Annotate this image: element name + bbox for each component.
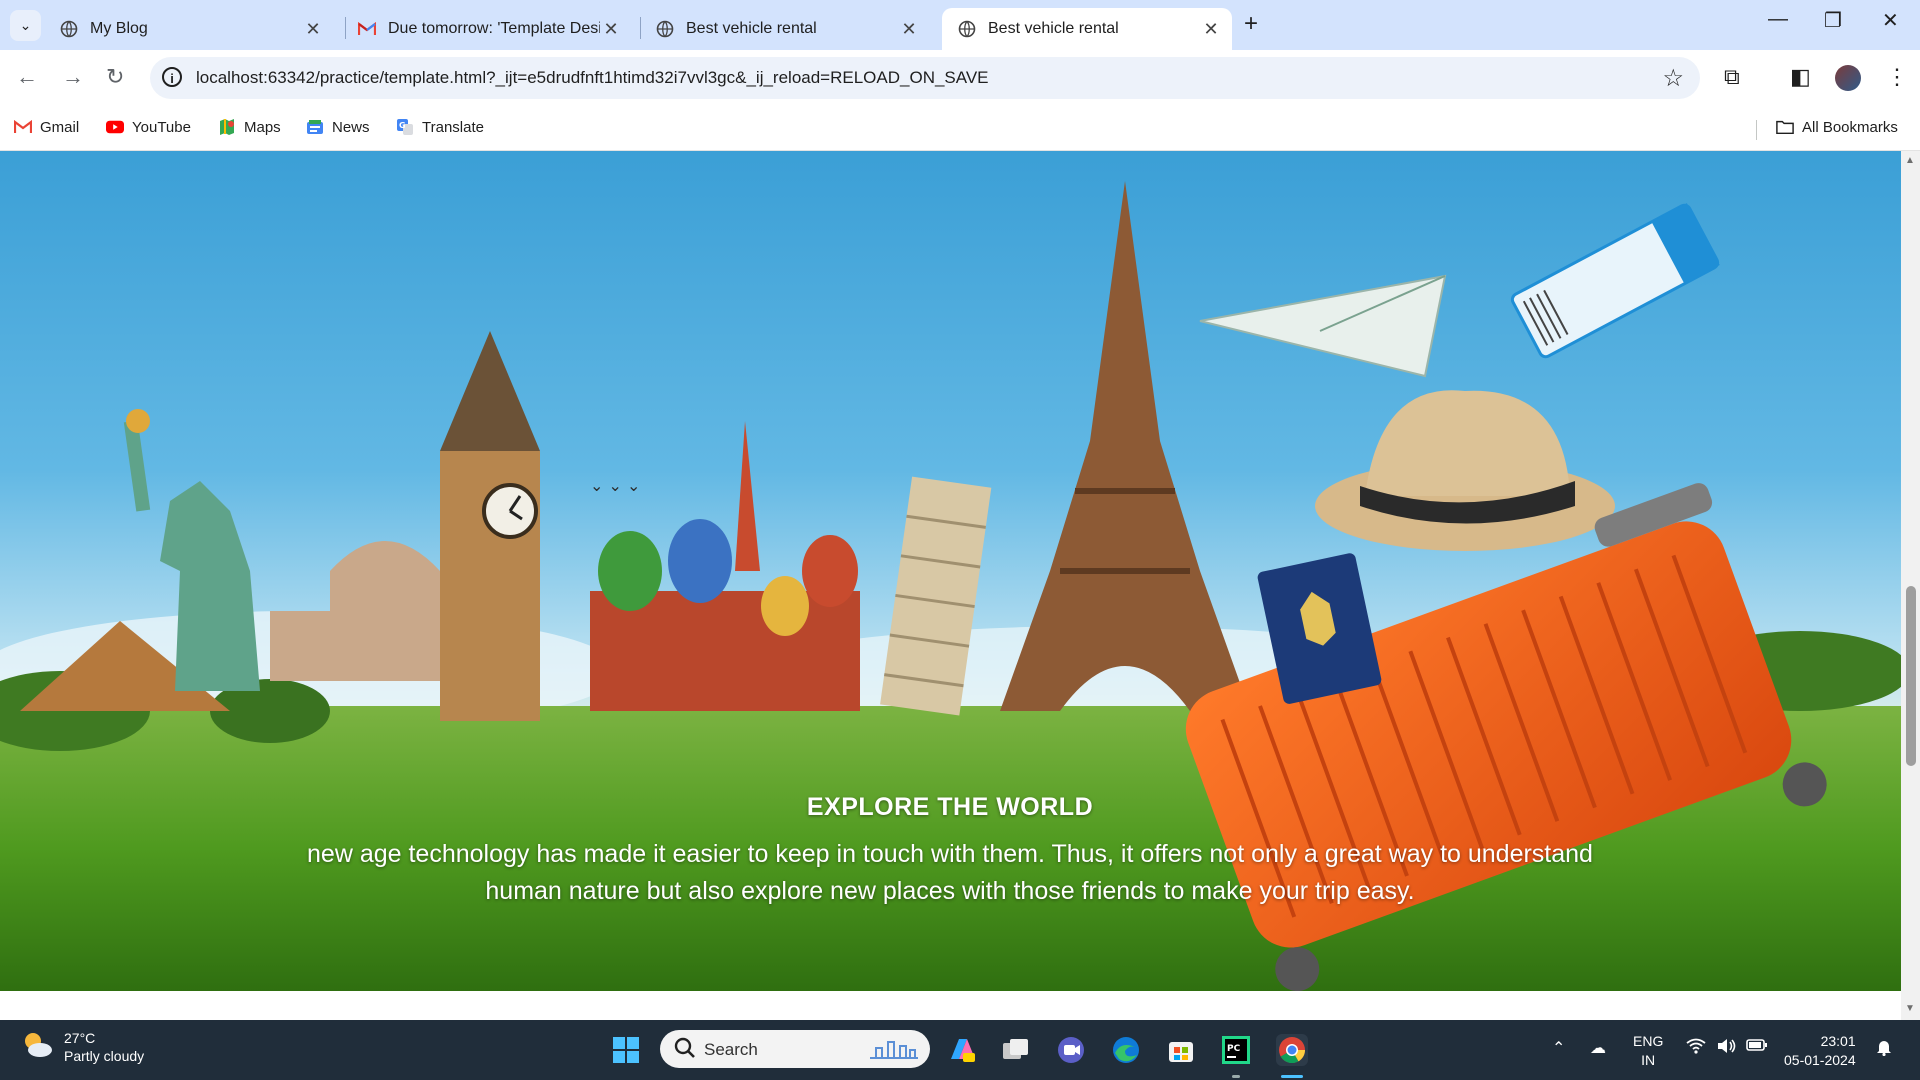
reload-icon[interactable]: ↻ (106, 64, 124, 90)
taskbar-search[interactable]: Search (660, 1030, 930, 1068)
scroll-up-icon[interactable]: ▲ (1905, 155, 1915, 166)
site-info-icon[interactable]: i (162, 67, 182, 87)
hero-title: EXPLORE THE WORLD (806, 793, 1094, 821)
translate-icon: G (396, 118, 414, 136)
svg-text:PC: PC (1227, 1044, 1241, 1054)
pycharm-icon[interactable]: PC (1220, 1034, 1252, 1066)
maps-icon (218, 118, 236, 136)
profile-avatar[interactable] (1835, 65, 1861, 91)
onedrive-offline-icon[interactable]: ☁ (1590, 1038, 1606, 1058)
close-icon[interactable]: ✕ (302, 19, 324, 40)
minimize-icon[interactable]: — (1768, 8, 1788, 31)
show-hidden-icons-icon[interactable]: ⌃ (1552, 1038, 1565, 1058)
all-bookmarks-button[interactable]: All Bookmarks (1776, 118, 1898, 136)
start-windows-icon[interactable] (610, 1034, 642, 1066)
svg-text:⌄ ⌄ ⌄: ⌄ ⌄ ⌄ (590, 476, 640, 495)
close-icon[interactable]: ✕ (898, 19, 920, 40)
wifi-icon[interactable] (1686, 1038, 1706, 1059)
bookmark-translate[interactable]: G Translate (396, 118, 484, 136)
tab-gmail-due[interactable]: Due tomorrow: 'Template Desig ✕ (342, 8, 632, 50)
news-icon (306, 118, 324, 136)
hero-text-block: EXPLORE THE WORLD new age technology has… (250, 791, 1650, 910)
chevron-down-icon: ⌄ (19, 17, 32, 33)
tab-title: My Blog (90, 20, 148, 37)
system-clock[interactable]: 23:01 05-01-2024 (1784, 1032, 1856, 1070)
notification-bell-icon[interactable] (1876, 1038, 1892, 1061)
teams-chat-icon[interactable] (1055, 1034, 1087, 1066)
bookmark-label: News (332, 118, 370, 136)
bookmark-label: Translate (422, 118, 484, 136)
close-icon[interactable]: ✕ (1200, 19, 1222, 40)
gmail-icon (14, 118, 32, 136)
hero-banner: ⌄ ⌄ ⌄ EXPLORE THE WORLD new age technolo… (0, 151, 1901, 991)
input-language[interactable]: ENG IN (1633, 1032, 1663, 1070)
svg-text:G: G (399, 121, 406, 130)
search-icon (674, 1037, 696, 1064)
gmail-icon (358, 20, 376, 38)
address-bar[interactable]: i localhost:63342/practice/template.html… (150, 57, 1700, 99)
bookmark-maps[interactable]: Maps (218, 118, 281, 136)
edge-browser-icon[interactable] (1110, 1034, 1142, 1066)
new-tab-button[interactable]: + (1244, 10, 1258, 38)
forward-icon[interactable]: → (62, 64, 84, 90)
page-viewport: ⌄ ⌄ ⌄ EXPLORE THE WORLD new age technolo… (0, 151, 1901, 1020)
scroll-down-icon[interactable]: ▼ (1905, 1003, 1915, 1014)
tab-search-button[interactable]: ⌄ (10, 10, 41, 41)
youtube-icon (106, 118, 124, 136)
bookmark-label: YouTube (132, 118, 191, 136)
all-bookmarks-label: All Bookmarks (1802, 118, 1898, 136)
bookmark-label: Maps (244, 118, 281, 136)
globe-icon (958, 20, 976, 38)
bookmark-gmail[interactable]: Gmail (14, 118, 79, 136)
bookmarks-bar: Gmail YouTube Maps News G Translate All … (0, 110, 1920, 151)
extensions-icon[interactable]: ⧉ (1724, 64, 1740, 90)
volume-icon[interactable] (1716, 1038, 1736, 1059)
tab-strip: ⌄ My Blog ✕ Due tomorrow: 'Template Desi… (0, 0, 1920, 50)
lang-code: ENG (1633, 1033, 1664, 1049)
tab-vehicle-rental[interactable]: Best vehicle rental ✕ (640, 8, 930, 50)
hero-description: new age technology has made it easier to… (307, 840, 1593, 905)
open-app-indicator (1232, 1075, 1240, 1078)
globe-icon (60, 20, 78, 38)
battery-icon[interactable] (1746, 1038, 1768, 1057)
back-icon[interactable]: ← (16, 64, 38, 90)
bookmark-news[interactable]: News (306, 118, 370, 136)
page-scrollbar[interactable]: ▲ ▼ (1901, 151, 1920, 1020)
microsoft-store-icon[interactable] (1165, 1034, 1197, 1066)
weather-widget[interactable]: 27°C Partly cloudy (20, 1029, 144, 1065)
bookmarks-divider (1756, 120, 1757, 140)
folder-icon (1776, 118, 1794, 136)
tab-title: Best vehicle rental (988, 20, 1119, 37)
bookmark-youtube[interactable]: YouTube (106, 118, 191, 136)
globe-icon (656, 20, 674, 38)
copilot-icon[interactable] (946, 1034, 978, 1066)
close-icon[interactable]: ✕ (600, 19, 622, 40)
close-window-icon[interactable]: ✕ (1882, 8, 1899, 33)
clock-time: 23:01 (1820, 1033, 1856, 1049)
bookmark-label: Gmail (40, 118, 80, 136)
weather-temp: 27°C (64, 1030, 96, 1046)
side-panel-icon[interactable]: ◧ (1790, 64, 1811, 90)
task-view-icon[interactable] (1000, 1034, 1032, 1066)
restore-icon[interactable]: ❐ (1824, 8, 1842, 33)
more-menu-icon[interactable]: ⋮ (1886, 64, 1908, 90)
windows-taskbar: 27°C Partly cloudy Search PC ⌃ ☁ ENG IN … (0, 1020, 1920, 1080)
tab-my-blog[interactable]: My Blog ✕ (44, 8, 334, 50)
active-app-indicator (1281, 1075, 1303, 1078)
clock-date: 05-01-2024 (1784, 1052, 1856, 1068)
tab-vehicle-rental-active[interactable]: Best vehicle rental ✕ (942, 8, 1232, 50)
bookmark-star-icon[interactable]: ☆ (1662, 64, 1684, 93)
weather-desc: Partly cloudy (64, 1048, 145, 1064)
search-label: Search (704, 1040, 758, 1059)
partly-cloudy-icon (20, 1030, 54, 1065)
lang-region: IN (1641, 1052, 1656, 1068)
tab-title: Due tomorrow: 'Template Desig (388, 20, 600, 37)
tab-title: Best vehicle rental (686, 20, 817, 37)
search-highlight-icon (868, 1038, 920, 1065)
scrollbar-thumb[interactable] (1906, 586, 1916, 766)
chrome-icon[interactable] (1276, 1034, 1308, 1066)
url-text[interactable]: localhost:63342/practice/template.html?_… (196, 68, 989, 88)
